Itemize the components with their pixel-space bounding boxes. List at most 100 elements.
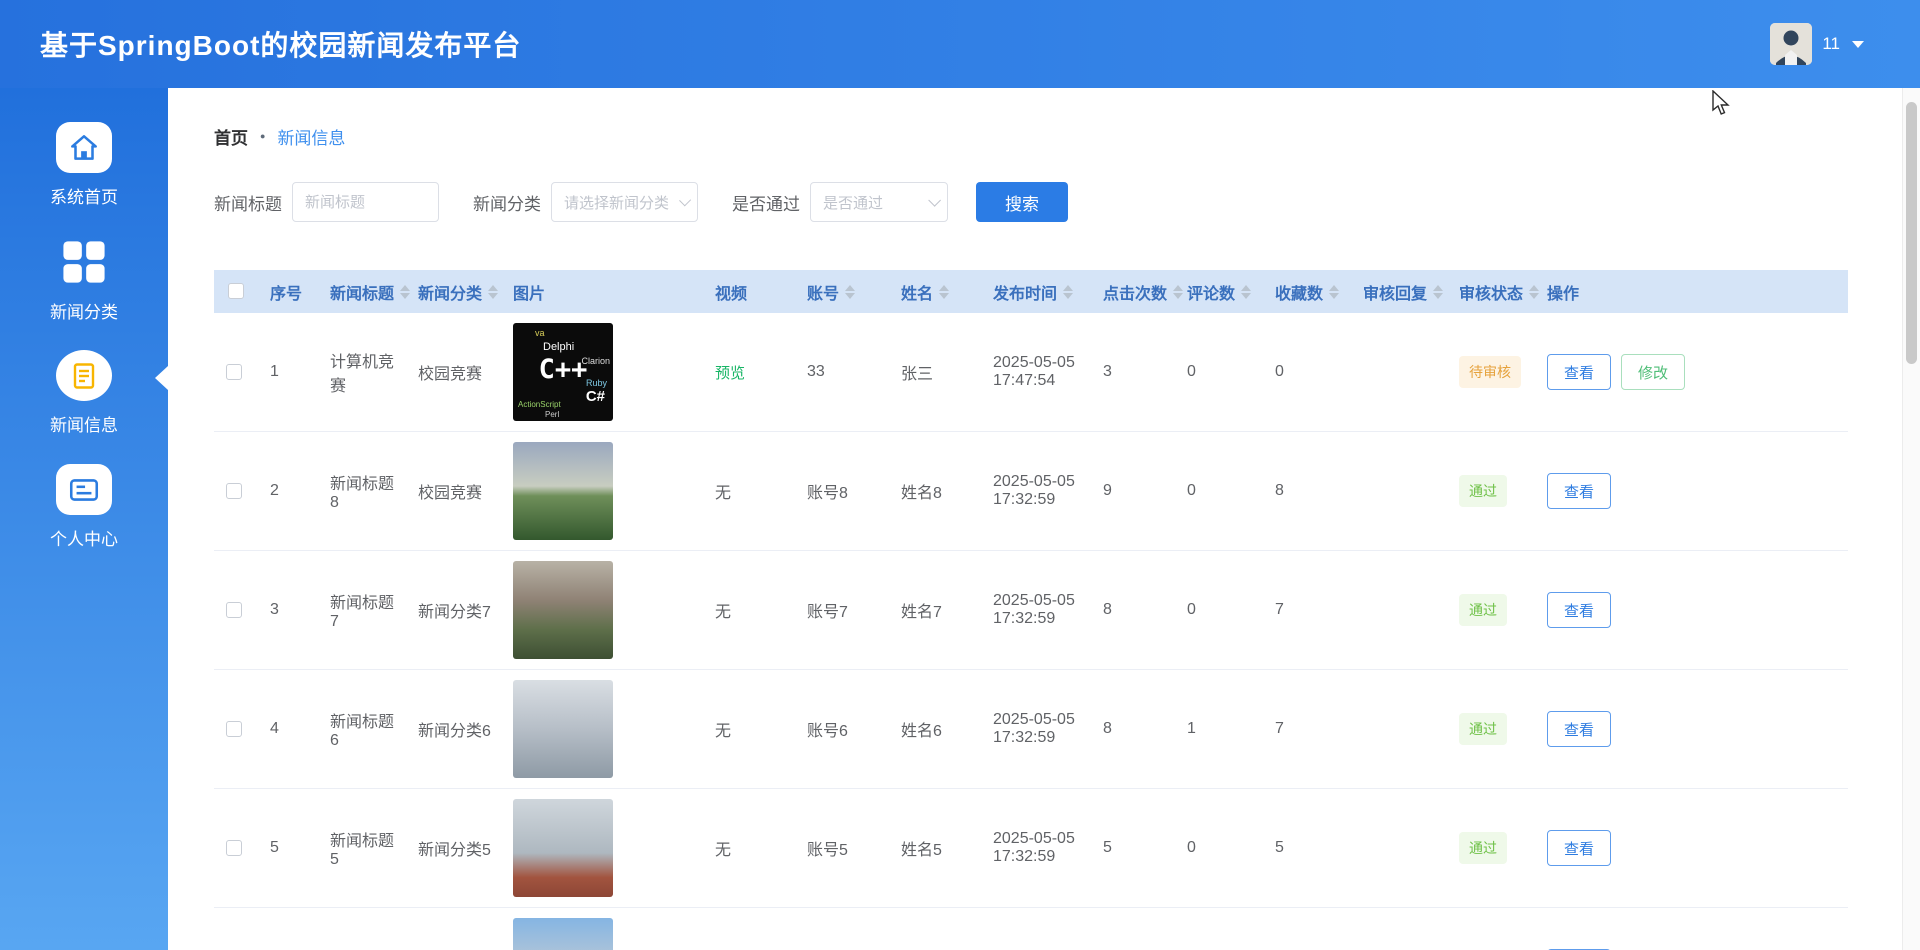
cell-comments: 0 <box>1175 907 1263 950</box>
news-image[interactable] <box>513 799 613 897</box>
search-button[interactable]: 搜索 <box>976 182 1068 222</box>
cell-video: 无 <box>703 431 795 551</box>
breadcrumb-home[interactable]: 首页 <box>214 124 248 149</box>
cell-account: 33 <box>795 313 889 432</box>
sort-caret-icon[interactable] <box>1433 284 1444 299</box>
status-badge: 通过 <box>1459 832 1507 864</box>
chevron-down-icon[interactable] <box>1852 40 1864 48</box>
news-image[interactable] <box>513 561 613 659</box>
cell-title: 新闻标题8 <box>318 431 406 551</box>
row-checkbox[interactable] <box>226 482 242 499</box>
breadcrumb: 首页 ● 新闻信息 <box>214 124 1920 148</box>
scrollbar-thumb[interactable] <box>1906 102 1917 364</box>
row-checkbox[interactable] <box>226 601 242 618</box>
cell-favorites: 4 <box>1263 907 1351 950</box>
sidebar-item-label: 新闻分类 <box>50 303 118 322</box>
row-checkbox[interactable] <box>226 839 242 856</box>
table-row: 5 新闻标题5 新闻分类5 无 账号5 姓名5 2025-05-05 17:32… <box>214 788 1848 908</box>
column-label: 点击次数 <box>1103 285 1168 303</box>
user-avatar-icon[interactable] <box>1770 23 1813 65</box>
cell-actions: 查看 <box>1535 907 1848 950</box>
cell-video: 无 <box>703 669 795 789</box>
sort-caret-icon[interactable] <box>1173 284 1184 299</box>
column-header-account[interactable]: 账号 <box>795 270 889 313</box>
column-header-image: 图片 <box>501 270 703 313</box>
news-image[interactable] <box>513 442 613 540</box>
view-button[interactable]: 查看 <box>1547 711 1612 747</box>
column-header-time[interactable]: 发布时间 <box>981 270 1091 313</box>
news-category-select[interactable]: 请选择新闻分类 <box>551 182 698 222</box>
cell-favorites: 0 <box>1263 313 1351 432</box>
cell-account: 账号8 <box>795 431 889 551</box>
cell-title: 计算机竞赛 <box>318 313 406 432</box>
cell-title: 新闻标题7 <box>318 550 406 670</box>
view-button[interactable]: 查看 <box>1547 473 1612 509</box>
select-all-checkbox[interactable] <box>228 283 244 300</box>
column-label: 视频 <box>715 285 748 303</box>
news-title-input[interactable] <box>292 182 439 222</box>
sidebar-item-label: 个人中心 <box>50 530 118 549</box>
cell-actions: 查看 <box>1535 788 1848 908</box>
sidebar-item-category[interactable]: 新闻分类 <box>0 236 168 322</box>
row-checkbox[interactable] <box>226 720 242 737</box>
passed-select[interactable]: 是否通过 <box>810 182 948 222</box>
column-header-category[interactable]: 新闻分类 <box>406 270 501 313</box>
cell-seq: 5 <box>258 788 318 908</box>
view-button[interactable]: 查看 <box>1547 830 1612 866</box>
cell-favorites: 8 <box>1263 431 1351 551</box>
scrollbar[interactable] <box>1902 88 1920 950</box>
home-icon <box>56 122 112 173</box>
sidebar-item-profile[interactable]: 个人中心 <box>0 464 168 550</box>
column-label: 收藏数 <box>1275 285 1324 303</box>
sort-caret-icon[interactable] <box>1241 284 1252 299</box>
column-header-reply[interactable]: 审核回复 <box>1351 270 1447 313</box>
view-button[interactable]: 查看 <box>1547 354 1612 390</box>
cell-account: 账号6 <box>795 669 889 789</box>
sort-caret-icon[interactable] <box>939 284 950 299</box>
cell-favorites: 7 <box>1263 550 1351 670</box>
sidebar-item-news[interactable]: 新闻信息 <box>0 350 168 436</box>
cell-name: 姓名6 <box>889 669 981 789</box>
sort-caret-icon[interactable] <box>845 284 856 299</box>
app-header: 基于SpringBoot的校园新闻发布平台 11 <box>0 0 1920 88</box>
cell-reply <box>1351 313 1447 432</box>
user-menu[interactable]: 11 <box>1770 23 1920 65</box>
news-image[interactable]: C++ va Delphi Clarion Ruby C# ActionScript Perl <box>513 323 613 421</box>
breadcrumb-current[interactable]: 新闻信息 <box>277 124 345 149</box>
sort-caret-icon[interactable] <box>1329 284 1340 299</box>
column-header-status[interactable]: 审核状态 <box>1447 270 1540 313</box>
column-label: 发布时间 <box>993 285 1058 303</box>
column-header-favorites[interactable]: 收藏数 <box>1263 270 1351 313</box>
column-label: 操作 <box>1547 285 1580 303</box>
status-badge: 通过 <box>1459 594 1507 626</box>
sidebar-item-home[interactable]: 系统首页 <box>0 122 168 208</box>
video-preview-link[interactable]: 预览 <box>715 365 745 382</box>
sidebar-item-label: 新闻信息 <box>50 416 118 435</box>
column-header-clicks[interactable]: 点击次数 <box>1091 270 1184 313</box>
news-image[interactable] <box>513 918 613 950</box>
status-badge: 通过 <box>1459 475 1507 507</box>
cell-clicks: 4 <box>1091 907 1175 950</box>
filter-bar: 新闻标题 新闻分类 请选择新闻分类 是否通过 是否通过 搜索 <box>214 182 1920 222</box>
grid-icon <box>56 236 112 288</box>
cell-seq: 2 <box>258 431 318 551</box>
cell-seq: 4 <box>258 669 318 789</box>
cell-actions: 查看 修改 <box>1535 313 1848 432</box>
sort-caret-icon[interactable] <box>1529 284 1540 299</box>
cell-time: 2025-05-05 17:32:59 <box>981 788 1091 908</box>
table-row: 4 新闻标题6 新闻分类6 无 账号6 姓名6 2025-05-05 17:32… <box>214 669 1848 789</box>
cell-title: 新闻标题5 <box>318 788 406 908</box>
cell-category: 校园竞赛 <box>406 313 501 432</box>
sort-caret-icon[interactable] <box>400 284 411 299</box>
news-image[interactable] <box>513 680 613 778</box>
column-header-comments[interactable]: 评论数 <box>1175 270 1263 313</box>
cell-name: 姓名8 <box>889 431 981 551</box>
sidebar-item-label: 系统首页 <box>50 188 118 207</box>
column-header-title[interactable]: 新闻标题 <box>318 270 411 313</box>
edit-button[interactable]: 修改 <box>1621 354 1686 390</box>
column-header-name[interactable]: 姓名 <box>889 270 981 313</box>
sort-caret-icon[interactable] <box>488 284 499 299</box>
sort-caret-icon[interactable] <box>1063 284 1074 299</box>
view-button[interactable]: 查看 <box>1547 592 1612 628</box>
row-checkbox[interactable] <box>226 363 242 380</box>
